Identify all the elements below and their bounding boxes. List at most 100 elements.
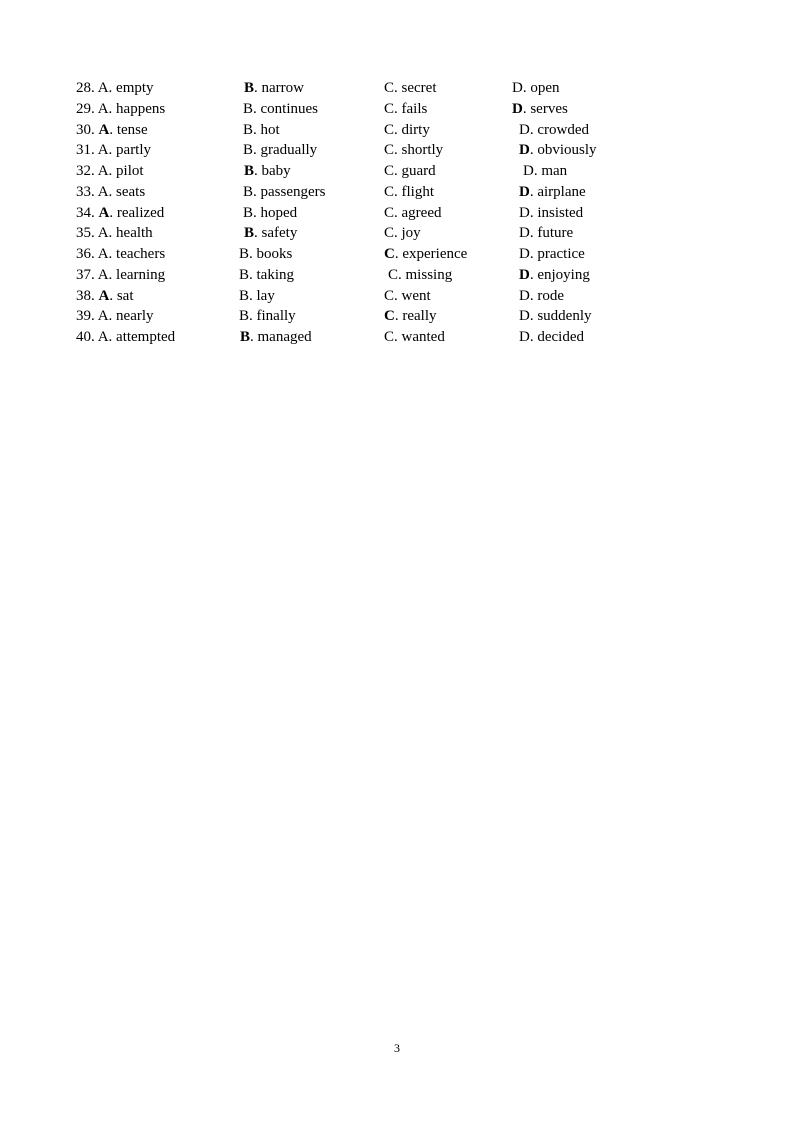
option-letter: B bbox=[244, 225, 255, 242]
question-row: 35. A. health B. safety C. joy D. future bbox=[0, 223, 794, 243]
option-separator: . bbox=[249, 266, 257, 283]
option-c: C. agreed bbox=[384, 203, 441, 223]
option-d: D. airplane bbox=[519, 182, 586, 202]
option-letter: A bbox=[97, 163, 109, 179]
option-letter: A bbox=[98, 121, 110, 138]
option-letter: B bbox=[243, 142, 254, 159]
option-letter: B bbox=[243, 100, 254, 117]
question-row: 33. A. seats B. passengers C. flight D. air… bbox=[0, 182, 794, 202]
option-separator: . bbox=[254, 225, 262, 242]
question-number: 30. bbox=[76, 121, 99, 138]
option-c: C. wanted bbox=[384, 327, 445, 347]
question-number: 39. bbox=[76, 308, 98, 325]
option-b: B. narrow bbox=[244, 78, 304, 98]
option-letter: B bbox=[244, 163, 255, 179]
option-letter: D bbox=[519, 183, 530, 200]
option-text: rode bbox=[537, 287, 564, 304]
option-separator: . bbox=[253, 142, 261, 159]
option-letter: C bbox=[384, 225, 395, 242]
option-text: enjoying bbox=[537, 266, 590, 283]
option-separator: . bbox=[394, 329, 402, 345]
option-separator: . bbox=[253, 100, 261, 117]
option-a: 32. A. pilot bbox=[76, 161, 144, 181]
option-d: D. enjoying bbox=[519, 265, 590, 285]
question-number: 40. bbox=[76, 329, 98, 345]
question-row: 39. A. nearly B. finally C. really D. sudde… bbox=[0, 306, 794, 326]
option-text: finally bbox=[256, 308, 296, 325]
option-separator: . bbox=[108, 329, 117, 345]
option-letter: C bbox=[384, 308, 395, 325]
option-b: B. baby bbox=[244, 161, 291, 181]
option-text: crowded bbox=[537, 121, 589, 138]
option-d: D. suddenly bbox=[519, 306, 592, 326]
question-row: 30. A. tense B. hot C. dirty D. crowded bbox=[0, 120, 794, 140]
option-text: practice bbox=[537, 246, 585, 262]
option-text: sat bbox=[116, 287, 134, 304]
option-letter: C bbox=[384, 163, 395, 179]
option-c: C. guard bbox=[384, 161, 436, 181]
option-separator: . bbox=[249, 246, 257, 262]
option-b: B. books bbox=[239, 244, 292, 264]
option-separator: . bbox=[394, 225, 402, 242]
page-number: 3 bbox=[394, 1041, 400, 1055]
option-letter: A bbox=[97, 329, 109, 345]
option-text: seats bbox=[116, 183, 146, 200]
option-text: baby bbox=[261, 163, 291, 179]
option-separator: . bbox=[394, 163, 402, 179]
option-letter: D bbox=[519, 308, 530, 325]
question-number: 32. bbox=[76, 163, 98, 179]
option-a: 36. A. teachers bbox=[76, 244, 165, 264]
option-letter: B bbox=[239, 287, 250, 304]
option-a: 31. A. partly bbox=[76, 140, 151, 160]
option-text: experience bbox=[402, 246, 468, 262]
option-b: B. continues bbox=[243, 99, 318, 119]
option-c: C. fails bbox=[384, 99, 427, 119]
option-d: D. rode bbox=[519, 286, 564, 306]
question-row: 28. A. empty B. narrow C. secret D. open bbox=[0, 78, 794, 98]
option-letter: B bbox=[243, 183, 254, 200]
option-text: wanted bbox=[401, 329, 445, 345]
option-letter: B bbox=[243, 204, 254, 221]
question-number: 29. bbox=[76, 100, 98, 117]
option-text: obviously bbox=[537, 142, 597, 159]
option-text: future bbox=[537, 225, 574, 242]
question-row: 36. A. teachers B. books C. experience D. p… bbox=[0, 244, 794, 264]
question-number: 31. bbox=[76, 142, 98, 159]
option-d: D. open bbox=[512, 78, 560, 98]
option-letter: D bbox=[519, 204, 530, 221]
option-c: C. secret bbox=[384, 78, 437, 98]
option-separator: . bbox=[254, 163, 262, 179]
option-separator: . bbox=[249, 308, 257, 325]
option-d: D. obviously bbox=[519, 140, 597, 160]
option-letter: B bbox=[240, 329, 251, 345]
option-letter: C bbox=[384, 121, 395, 138]
option-text: guard bbox=[401, 163, 436, 179]
option-separator: . bbox=[394, 183, 402, 200]
option-text: hot bbox=[260, 121, 280, 138]
option-separator: . bbox=[398, 266, 406, 283]
option-a: 33. A. seats bbox=[76, 182, 145, 202]
option-b: B. taking bbox=[239, 265, 294, 285]
option-a: 30. A. tense bbox=[76, 120, 148, 140]
option-text: empty bbox=[116, 80, 154, 96]
option-text: man bbox=[541, 163, 568, 179]
option-separator: . bbox=[394, 100, 402, 117]
option-separator: . bbox=[394, 142, 402, 159]
option-text: dirty bbox=[401, 121, 430, 138]
option-letter: D bbox=[519, 246, 530, 262]
option-text: safety bbox=[261, 225, 298, 242]
option-c: C. flight bbox=[384, 182, 434, 202]
option-letter: C bbox=[384, 246, 395, 262]
option-d: D. insisted bbox=[519, 203, 583, 223]
option-b: B. hoped bbox=[243, 203, 297, 223]
option-a: 39. A. nearly bbox=[76, 306, 154, 326]
option-text: learning bbox=[116, 266, 166, 283]
option-d: D. man bbox=[523, 161, 567, 181]
option-separator: . bbox=[109, 204, 117, 221]
option-letter: A bbox=[97, 225, 109, 242]
option-separator: . bbox=[394, 80, 402, 96]
option-text: managed bbox=[257, 329, 312, 345]
option-letter: B bbox=[243, 121, 254, 138]
option-separator: . bbox=[108, 163, 117, 179]
option-text: agreed bbox=[401, 204, 442, 221]
